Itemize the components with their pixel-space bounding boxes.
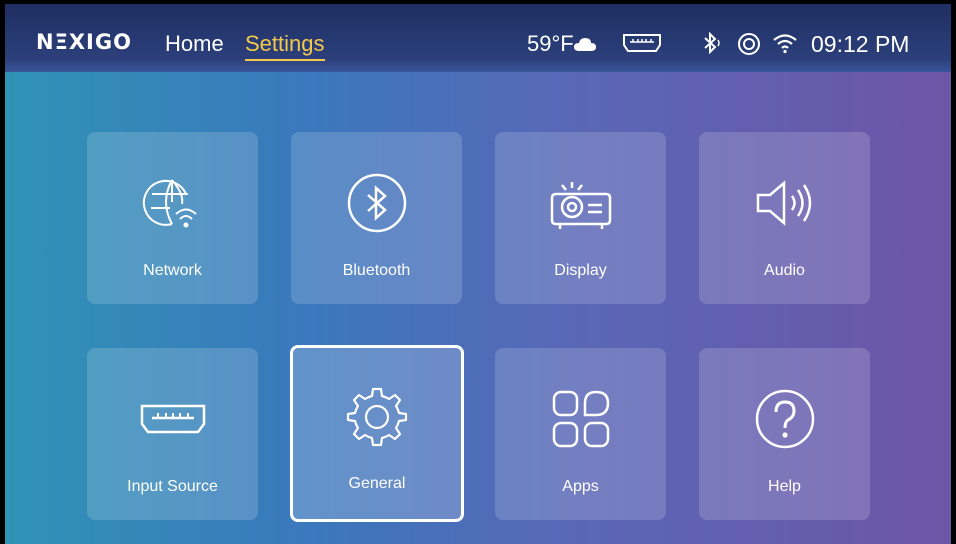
speaker-icon xyxy=(756,180,811,226)
tile-label: Display xyxy=(554,262,607,279)
nav-settings[interactable]: Settings xyxy=(245,31,325,61)
tile-network[interactable]: Network xyxy=(87,132,258,304)
cloud-icon xyxy=(574,38,596,51)
tile-label: Network xyxy=(143,262,202,279)
screen-mirror-icon xyxy=(738,33,760,55)
tile-label: Apps xyxy=(562,478,599,495)
apps-grid-icon xyxy=(552,390,609,448)
clock: 09:12 PM xyxy=(811,31,910,57)
tile-label: Bluetooth xyxy=(342,262,411,279)
tile-apps[interactable]: Apps xyxy=(495,348,666,520)
hdmi-icon xyxy=(623,34,661,52)
weather-temperature: 59°F xyxy=(527,31,574,56)
help-icon xyxy=(755,389,814,449)
bluetooth-circle-icon xyxy=(347,173,406,233)
hdmi-port-icon xyxy=(140,404,205,434)
tile-bluetooth[interactable]: Bluetooth xyxy=(291,132,462,304)
nav-home[interactable]: Home xyxy=(165,31,224,57)
tile-label: Audio xyxy=(764,262,805,279)
top-bar: NΞXIGO Home Settings 59°F 09:12 PM xyxy=(5,4,951,72)
wifi-icon xyxy=(773,34,797,54)
tile-display[interactable]: Display xyxy=(495,132,666,304)
tile-audio[interactable]: Audio xyxy=(699,132,870,304)
gear-icon xyxy=(346,387,408,447)
globe-wifi-icon xyxy=(142,179,197,228)
tile-help[interactable]: Help xyxy=(699,348,870,520)
tile-general[interactable]: General xyxy=(290,345,464,522)
tile-label: Help xyxy=(768,478,801,495)
tile-label: General xyxy=(348,475,406,492)
tile-label: Input Source xyxy=(127,478,218,495)
settings-screen: NΞXIGO Home Settings 59°F 09:12 PM Netwo… xyxy=(5,4,951,544)
tile-input-source[interactable]: Input Source xyxy=(87,348,258,520)
brand-logo: NΞXIGO xyxy=(36,30,132,54)
bluetooth-icon xyxy=(704,32,720,54)
projector-icon xyxy=(550,182,611,229)
